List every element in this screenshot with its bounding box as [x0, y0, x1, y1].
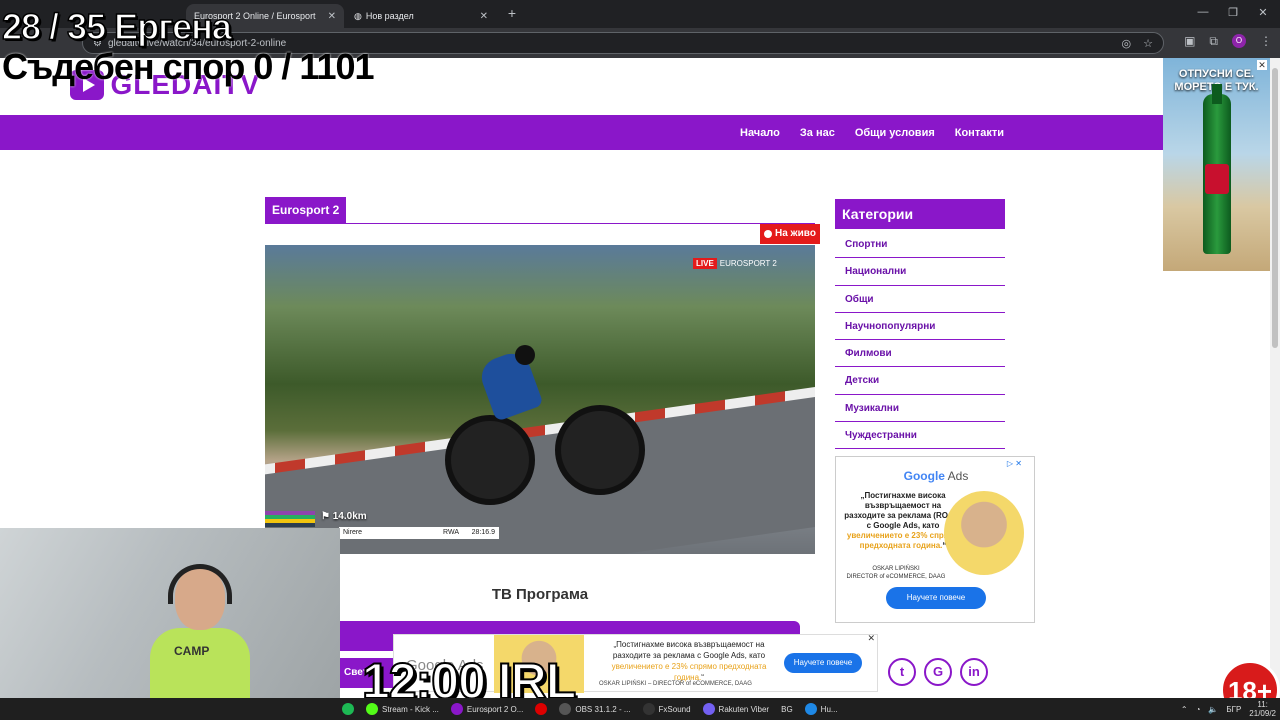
category-movies[interactable]: Филмови	[835, 340, 1005, 368]
system-tray: ⌃ ◔ 🔈 БГР 11: 21/09/2	[1181, 698, 1276, 720]
taskbar-item-obs[interactable]: OBS 31.1.2 - ...	[553, 698, 636, 720]
restore-icon[interactable]: ❐	[1218, 6, 1248, 19]
category-science[interactable]: Научнопопулярни	[835, 313, 1005, 341]
adchoices-icon[interactable]: ▷ ✕	[1007, 459, 1022, 468]
categories-list: Спортни Национални Общи Научнопопулярни …	[835, 231, 1005, 450]
taskbar-item-stream[interactable]: Stream - Kick ...	[360, 698, 445, 720]
channel-title: Eurosport 2	[265, 197, 347, 223]
counter-overlay-line1: 28 / 35 Ергена	[1, 5, 232, 48]
record-taskbar-icon[interactable]	[529, 698, 553, 720]
categories-heading: Категории	[835, 199, 1005, 229]
tray-chevron-icon[interactable]: ⌃	[1181, 705, 1188, 714]
webcam-overlay: CAMP	[0, 528, 340, 698]
eye-off-icon[interactable]: ◎	[1122, 37, 1132, 50]
windows-taskbar: Stream - Kick ... Eurosport 2 O... OBS 3…	[0, 698, 1280, 720]
distance-label: ⚑ 14.0km	[321, 511, 367, 522]
divider	[265, 223, 815, 224]
streamer-image: CAMP	[150, 564, 250, 698]
close-tab-icon[interactable]: ✕	[480, 11, 488, 22]
ad-text: „Постигнахме висока възвръщаемост на раз…	[611, 640, 767, 682]
main-navbar: Начало За нас Общи условия Контакти	[0, 115, 1164, 150]
category-general[interactable]: Общи	[835, 286, 1005, 313]
nav-home[interactable]: Начало	[740, 127, 780, 139]
learn-more-button[interactable]: Научете повече	[886, 587, 986, 609]
extension-icon[interactable]: ▣	[1184, 34, 1195, 49]
nav-about[interactable]: За нас	[800, 127, 835, 139]
nav-contacts[interactable]: Контакти	[955, 127, 1004, 139]
bookmark-star-icon[interactable]: ☆	[1143, 37, 1153, 50]
google-icon[interactable]: G	[924, 658, 952, 686]
learn-more-button[interactable]: Научете повече	[784, 653, 862, 673]
category-foreign[interactable]: Чуждестранни	[835, 422, 1005, 450]
category-sports[interactable]: Спортни	[835, 231, 1005, 259]
close-tab-icon[interactable]: ✕	[328, 11, 336, 22]
google-ads-box[interactable]: ▷ ✕ Google Ads „Постигнахме висока възвр…	[835, 456, 1035, 623]
counter-overlay-line2: Съдебен спор 0 / 1101	[2, 46, 375, 87]
close-ad-icon[interactable]: ✕	[1257, 60, 1267, 70]
taskbar-item-viber[interactable]: Rakuten Viber	[697, 698, 776, 720]
ad-person: OSKAR LIPIŃSKI DIRECTOR of eCOMMERCE, DAA…	[846, 566, 946, 580]
cyclist-image	[445, 345, 645, 505]
taskbar-item-hu[interactable]: Hu...	[799, 698, 844, 720]
tab-new[interactable]: ◍ Нов раздел ✕	[346, 4, 496, 28]
tab-label: Нов раздел	[365, 11, 414, 21]
puzzle-icon[interactable]: ⧉	[1209, 34, 1218, 49]
profile-avatar[interactable]: O	[1232, 34, 1246, 48]
taskbar-item-fxsound[interactable]: FxSound	[637, 698, 697, 720]
wifi-icon[interactable]: ◔	[1196, 705, 1201, 714]
live-dot-icon	[764, 230, 772, 238]
rainbow-stripe	[265, 511, 315, 527]
globe-icon: ◍	[354, 10, 362, 21]
language-indicator[interactable]: БГР	[1226, 705, 1241, 714]
volume-icon[interactable]: 🔈	[1208, 705, 1218, 714]
tv-program-heading: ТВ Програма	[491, 586, 589, 603]
clock[interactable]: 11: 21/09/2	[1249, 700, 1276, 718]
page-scrollbar[interactable]	[1270, 58, 1280, 698]
broadcast-bug: LIVE EUROSPORT 2	[693, 258, 777, 269]
spotify-taskbar-icon[interactable]	[336, 698, 360, 720]
beer-bottle-image	[1203, 84, 1231, 254]
category-kids[interactable]: Детски	[835, 367, 1005, 395]
new-tab-button[interactable]: +	[504, 6, 520, 22]
twitter-icon[interactable]: t	[888, 658, 916, 686]
person-photo	[944, 491, 1024, 575]
category-national[interactable]: Национални	[835, 258, 1005, 286]
close-ad-icon[interactable]: ✕	[867, 633, 875, 644]
nav-terms[interactable]: Общи условия	[855, 127, 935, 139]
category-music[interactable]: Музикални	[835, 395, 1005, 423]
close-window-icon[interactable]: ✕	[1248, 6, 1278, 19]
taskbar-item-bg[interactable]: BG	[775, 698, 799, 720]
live-label: На живо	[775, 228, 816, 239]
side-banner-ad[interactable]: ОТПУСНИ СЕ. МОРЕТО Е ТУК. ✕	[1163, 58, 1270, 271]
live-badge: На живо	[760, 224, 820, 244]
google-ads-logo: Google Ads	[903, 469, 969, 483]
rider-scorebar: Nirere RWA 28:16.9	[339, 527, 499, 539]
linkedin-icon[interactable]: in	[960, 658, 988, 686]
headphones-icon	[168, 564, 232, 604]
ad-person: OSKAR LIPIŃSKI – DIRECTOR of eCOMMERCE, …	[599, 681, 752, 687]
video-player[interactable]: LIVE EUROSPORT 2 ⚑ 14.0km Nirere RWA 28:1…	[265, 245, 815, 554]
taskbar-item-browser[interactable]: Eurosport 2 O...	[445, 698, 529, 720]
social-links: t G in	[888, 658, 988, 686]
minimize-icon[interactable]: —	[1188, 6, 1218, 18]
menu-icon[interactable]: ⋮	[1260, 34, 1272, 49]
